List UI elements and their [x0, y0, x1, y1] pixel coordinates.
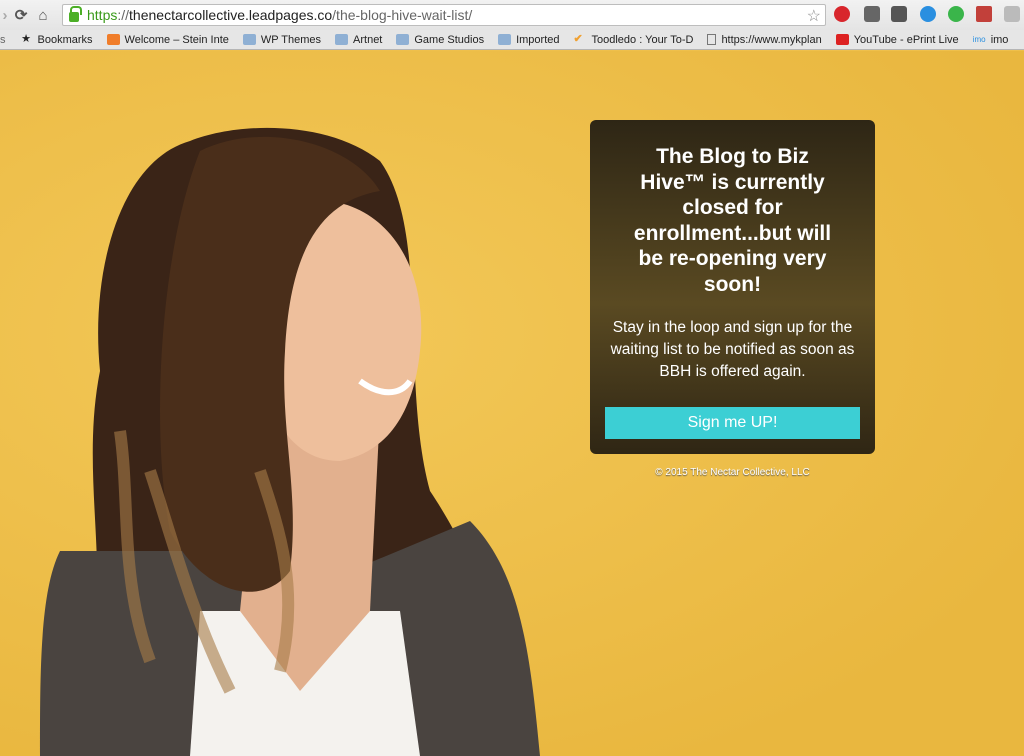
bookmarks-bar: s ★ Bookmarks Welcome – Stein Inte WP The… [0, 30, 1024, 50]
check-icon: ✔ [573, 33, 583, 45]
lock-icon [69, 6, 82, 22]
bookmark-label: Game Studios [414, 33, 485, 46]
folder-icon [242, 34, 256, 45]
pinterest-icon[interactable] [834, 6, 850, 22]
home-icon[interactable]: ⌂ [32, 7, 54, 24]
browser-toolbar: › ⟳ ⌂ https://thenectarcollective.leadpa… [0, 0, 1024, 30]
url-separator: :// [117, 7, 130, 23]
bookmark-label: imo [990, 33, 1009, 46]
bookmark-game-studios[interactable]: Game Studios [396, 34, 484, 46]
forward-icon[interactable]: › [0, 7, 10, 24]
bookmark-label: WP Themes [260, 33, 322, 46]
evernote-icon[interactable] [891, 6, 907, 22]
hero-photo [40, 127, 540, 756]
h-icon [106, 34, 120, 45]
card-title: The Blog to Biz Hive™ is currently close… [633, 145, 832, 296]
bookmark-imported[interactable]: Imported [498, 33, 560, 46]
page-icon [707, 34, 717, 45]
address-bar[interactable]: https://thenectarcollective.leadpages.co… [62, 4, 826, 26]
folder-icon [335, 34, 349, 45]
url-scheme: https [87, 7, 118, 23]
sign-up-button[interactable]: Sign me UP! [605, 407, 860, 439]
bookmark-mykplan[interactable]: https://www.mykplan [707, 33, 822, 46]
bookmark-imo[interactable]: imo imo [973, 34, 1009, 46]
bookmark-star-icon[interactable]: ☆ [807, 6, 821, 26]
bookmark-bookmarks[interactable]: ★ Bookmarks [20, 33, 93, 46]
url-path: /the-blog-hive-wait-list/ [332, 7, 473, 23]
card-body: Stay in the loop and sign up for the wai… [610, 319, 855, 380]
url-host: thenectarcollective.leadpages.co [129, 7, 333, 23]
bookmark-label: YouTube - ePrint Live [853, 33, 959, 46]
bookmark-label: Bookmarks [37, 33, 93, 46]
folder-icon [498, 34, 512, 45]
reload-icon[interactable]: ⟳ [10, 6, 32, 24]
hangouts-icon[interactable] [948, 6, 964, 22]
copyright: © 2015 The Nectar Collective, LLC [655, 467, 810, 478]
bookmark-label: https://www.mykplan [721, 33, 822, 46]
bookmark-label: Toodledo : Your To-D [591, 33, 694, 46]
folder-icon [396, 34, 410, 45]
bookmark-youtube[interactable]: YouTube - ePrint Live [835, 33, 959, 46]
vpn-icon[interactable] [920, 6, 936, 22]
landing-page: The Blog to Biz Hive™ is currently close… [0, 51, 1024, 756]
bookmark-artnet[interactable]: Artnet [335, 34, 382, 46]
book-icon[interactable] [976, 6, 992, 22]
bookmark-label: Welcome – Stein Inte [124, 33, 229, 46]
pocket-icon[interactable] [864, 6, 880, 22]
ghostery-icon[interactable] [1004, 6, 1020, 22]
bookmark-label: Imported [516, 33, 560, 46]
star-icon: ★ [21, 33, 31, 45]
imo-icon: imo [972, 35, 986, 44]
waitlist-card: The Blog to Biz Hive™ is currently close… [590, 120, 875, 454]
bookmark-toodledo[interactable]: ✔ Toodledo : Your To-D [574, 34, 694, 46]
bookmark-welcome[interactable]: Welcome – Stein Inte [106, 33, 229, 46]
youtube-icon [835, 34, 849, 45]
bookmark-label: Artnet [353, 33, 383, 46]
bookmark-wp-themes[interactable]: WP Themes [242, 33, 322, 46]
